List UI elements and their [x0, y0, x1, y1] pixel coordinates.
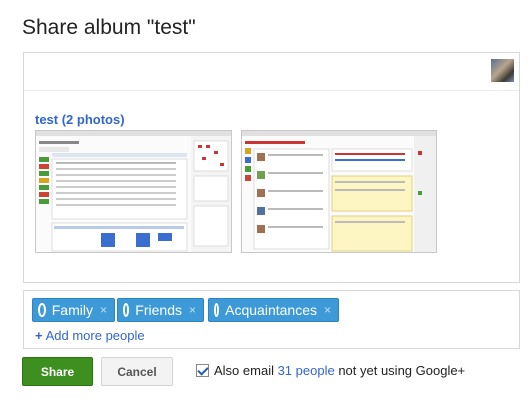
remove-x-icon[interactable]: ×	[189, 303, 196, 317]
chip-label: Acquaintances	[225, 302, 317, 318]
circle-icon	[38, 303, 46, 317]
email-prefix: Also email	[214, 363, 278, 378]
album-link[interactable]: test (2 photos)	[35, 112, 125, 127]
chip-friends[interactable]: Friends ×	[117, 298, 204, 322]
email-suffix: not yet using Google+	[334, 363, 466, 378]
divider	[24, 90, 519, 91]
thumbnail-screenshot-search	[242, 131, 436, 252]
remove-x-icon[interactable]: ×	[100, 303, 107, 317]
circle-icon	[123, 303, 130, 317]
chip-family[interactable]: Family ×	[32, 298, 115, 322]
album-thumbnail-2[interactable]	[241, 130, 437, 253]
album-thumbnail-1[interactable]	[35, 130, 232, 253]
share-post-box: test (2 photos)	[23, 52, 520, 283]
chip-label: Family	[51, 302, 93, 318]
share-button[interactable]: Share	[22, 357, 93, 386]
email-checkbox[interactable]	[196, 364, 209, 377]
remove-x-icon[interactable]: ×	[324, 303, 331, 317]
dialog-title: Share album "test"	[22, 16, 196, 39]
add-more-label: Add more people	[45, 328, 145, 343]
cancel-button[interactable]: Cancel	[101, 357, 173, 386]
audience-picker[interactable]: Family × Friends × Acquaintances × + Add …	[23, 290, 520, 349]
user-avatar	[491, 59, 514, 82]
thumbnail-screenshot-calendar	[36, 131, 231, 252]
chip-acquaintances[interactable]: Acquaintances ×	[208, 298, 339, 322]
chip-label: Friends	[135, 302, 182, 318]
plus-icon: +	[35, 328, 43, 343]
people-count-link[interactable]: 31 people	[278, 363, 335, 378]
email-option-text: Also email 31 people not yet using Googl…	[214, 363, 465, 378]
circle-icon	[214, 303, 220, 317]
add-more-people-link[interactable]: + Add more people	[35, 328, 145, 343]
